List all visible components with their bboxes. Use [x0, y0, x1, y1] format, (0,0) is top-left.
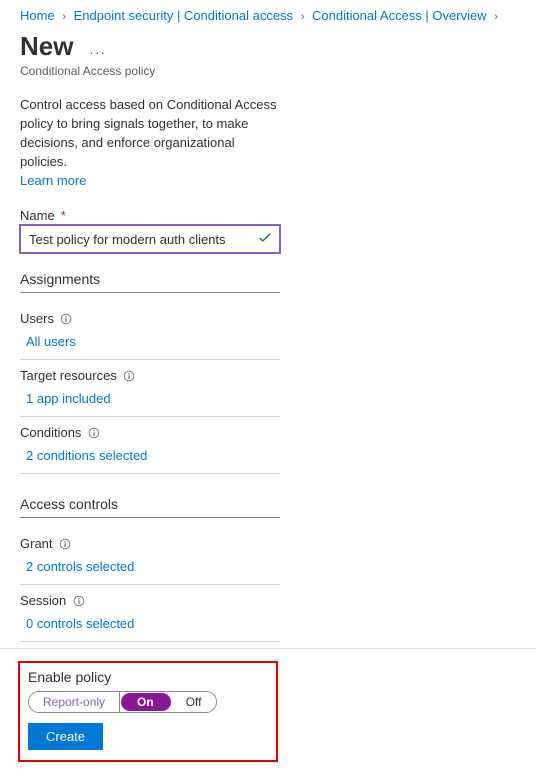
chevron-right-icon: ›: [494, 11, 498, 23]
page-title: New: [20, 31, 73, 62]
info-icon[interactable]: [72, 594, 85, 607]
checkmark-icon: [258, 231, 272, 248]
page-subtitle: Conditional Access policy: [0, 64, 536, 96]
users-value-link[interactable]: All users: [20, 334, 76, 355]
toggle-off[interactable]: Off: [172, 692, 216, 712]
users-label: Users: [20, 311, 54, 326]
enable-policy-toggle[interactable]: Report-only On Off: [28, 691, 217, 713]
chevron-right-icon: ›: [301, 11, 305, 23]
info-icon[interactable]: [87, 426, 100, 439]
session-label: Session: [20, 593, 66, 608]
enable-policy-highlight: Enable policy Report-only On Off Create: [18, 661, 278, 762]
breadcrumb-conditional-access-overview[interactable]: Conditional Access | Overview: [312, 8, 487, 23]
chevron-right-icon: ›: [62, 11, 66, 23]
info-icon[interactable]: [60, 312, 73, 325]
intro-text: Control access based on Conditional Acce…: [20, 96, 280, 171]
learn-more-link[interactable]: Learn more: [20, 173, 86, 188]
conditions-value-link[interactable]: 2 conditions selected: [20, 448, 147, 469]
grant-label: Grant: [20, 536, 53, 551]
grant-value-link[interactable]: 2 controls selected: [20, 559, 134, 580]
info-icon[interactable]: [59, 537, 72, 550]
footer-bar: Enable policy Report-only On Off Create: [0, 648, 536, 776]
target-resources-value-link[interactable]: 1 app included: [20, 391, 111, 412]
info-icon[interactable]: [123, 369, 136, 382]
enable-policy-label: Enable policy: [28, 669, 268, 685]
breadcrumb-endpoint-security[interactable]: Endpoint security | Conditional access: [74, 8, 293, 23]
session-value-link[interactable]: 0 controls selected: [20, 616, 134, 637]
target-resources-label: Target resources: [20, 368, 117, 383]
more-actions-icon[interactable]: ···: [89, 44, 106, 60]
toggle-report-only[interactable]: Report-only: [29, 692, 120, 712]
name-input[interactable]: [20, 225, 280, 253]
breadcrumb-home[interactable]: Home: [20, 8, 55, 23]
conditions-label: Conditions: [20, 425, 81, 440]
access-controls-heading: Access controls: [20, 496, 280, 518]
toggle-on[interactable]: On: [121, 693, 171, 711]
name-label: Name*: [20, 208, 280, 223]
breadcrumb: Home › Endpoint security | Conditional a…: [0, 0, 536, 27]
create-button[interactable]: Create: [28, 723, 103, 750]
assignments-heading: Assignments: [20, 271, 280, 293]
